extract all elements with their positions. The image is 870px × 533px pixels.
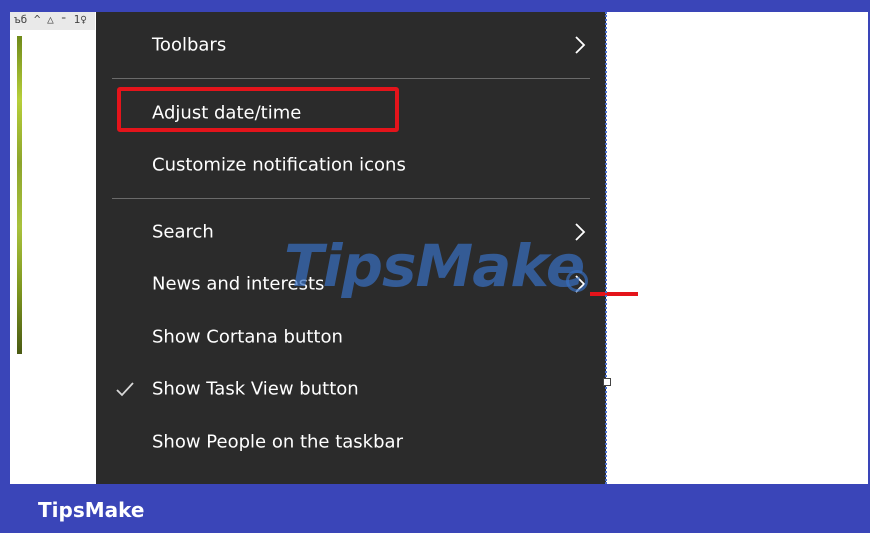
highlight-box <box>117 87 399 132</box>
left-frame-bar <box>0 0 10 533</box>
menu-item-label: Customize notification icons <box>152 154 406 176</box>
menu-item-label: Show Task View button <box>152 378 359 400</box>
watermark-dot <box>566 270 588 292</box>
chevron-right-icon <box>575 36 586 54</box>
resize-handle[interactable] <box>603 378 611 386</box>
menu-item-label: Search <box>152 221 214 243</box>
wallpaper-edge <box>17 36 22 354</box>
system-tray-snippet: ъб ^ △ ⁼ 1♀ <box>10 12 95 30</box>
top-frame-bar <box>0 0 870 12</box>
checkmark-icon <box>116 382 134 397</box>
red-pointer-line <box>590 292 638 296</box>
menu-item-label: Show Cortana button <box>152 326 343 348</box>
menu-item-label: Show People on the taskbar <box>152 431 403 453</box>
menu-item-toolbars[interactable]: Toolbars <box>96 19 606 71</box>
selection-edge <box>605 12 607 484</box>
menu-separator <box>112 198 590 199</box>
footer-brand-label: TipsMake <box>38 498 145 522</box>
menu-item-show-people-on-taskbar[interactable]: Show People on the taskbar <box>96 416 606 468</box>
desktop-background <box>10 12 95 484</box>
menu-item-show-task-view-button[interactable]: Show Task View button <box>96 363 606 415</box>
watermark-logo: TipsMake <box>284 232 585 300</box>
menu-separator <box>112 78 590 79</box>
menu-item-customize-notification-icons[interactable]: Customize notification icons <box>96 139 606 191</box>
menu-item-label: Toolbars <box>152 34 227 56</box>
menu-item-show-cortana-button[interactable]: Show Cortana button <box>96 311 606 363</box>
